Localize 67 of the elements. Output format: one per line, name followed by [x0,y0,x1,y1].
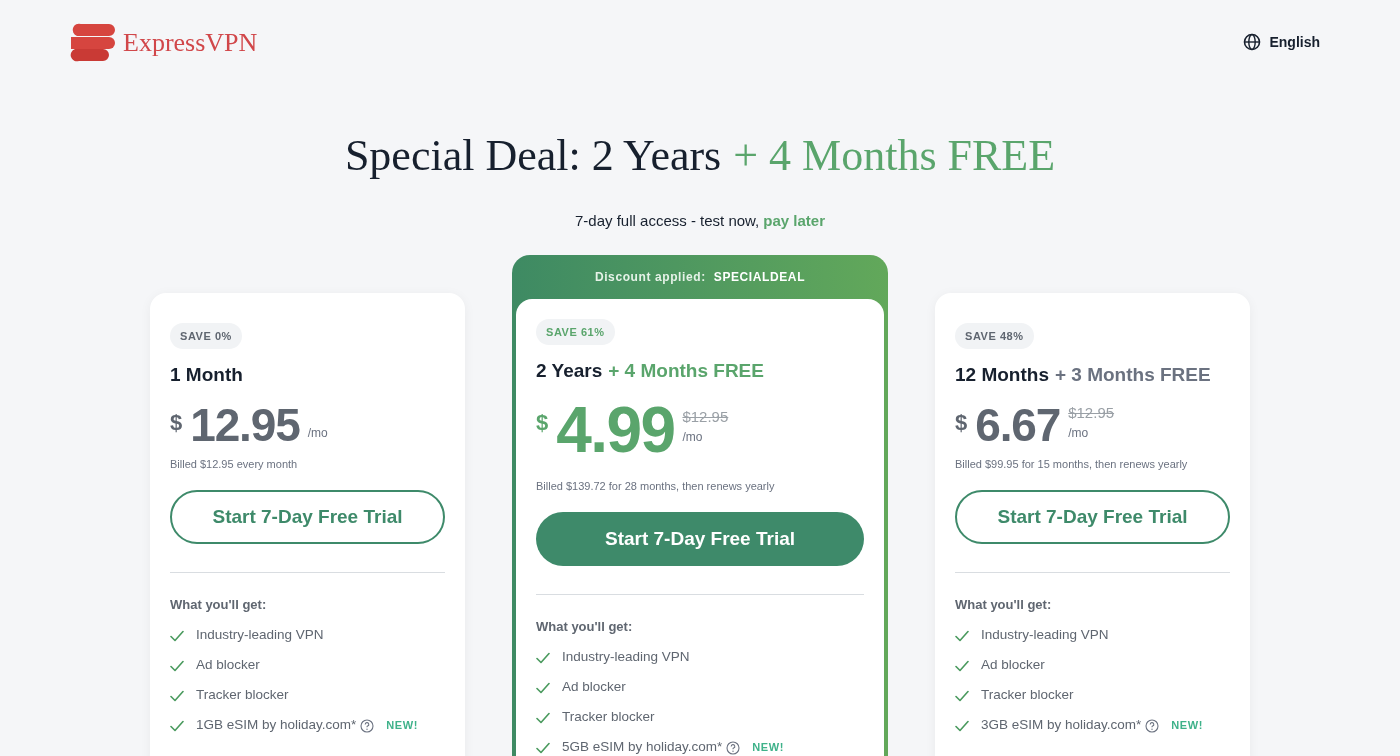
check-icon [170,719,184,732]
check-icon [955,659,969,672]
check-icon [170,629,184,642]
plan-bonus: + 4 Months FREE [608,359,764,383]
check-icon [536,711,550,724]
check-icon [955,629,969,642]
check-icon [955,689,969,702]
new-label: NEW! [752,740,784,756]
billing-note: Billed $12.95 every month [170,456,299,472]
features-heading: What you'll get: [170,596,268,614]
page-title: Special Deal: 2 Years [344,134,722,178]
price: 4.99 [556,397,675,462]
feature-text: 1GB eSIM by holiday.com* [196,716,357,735]
old-price: $12.95 [1068,402,1115,423]
currency-symbol: $ [170,408,183,437]
feature-text: Industry-leading VPN [981,626,1109,645]
check-icon [536,681,550,694]
page-title-accent: + 4 Months FREE [733,134,1056,178]
new-label: NEW! [1171,718,1203,734]
per-month-label: /mo [682,429,704,446]
help-icon[interactable] [360,718,375,733]
feature-text: 5GB eSIM by holiday.com* [562,738,723,756]
plan-name: 2 Years [536,359,603,383]
currency-symbol: $ [955,408,968,437]
feature-text: Tracker blocker [981,686,1074,705]
save-label: SAVE 0% [170,322,242,349]
plan-name: 1 Month [170,363,243,387]
check-icon [536,741,550,754]
feature-text: Tracker blocker [562,708,655,727]
start-trial-button[interactable]: Start 7-Day Free Trial [955,490,1230,544]
price: 12.95 [190,401,300,448]
feature-text: Ad blocker [196,656,260,675]
start-trial-button[interactable]: Start 7-Day Free Trial [170,490,445,544]
help-icon[interactable] [1145,718,1160,733]
old-price: $12.95 [682,406,729,427]
currency-symbol: $ [536,408,549,437]
new-label: NEW! [386,718,418,734]
check-icon [955,719,969,732]
brand-name[interactable]: ExpressVPN [123,22,258,62]
subtitle: 7-day full access - test now, [575,211,760,231]
discount-code: SPECIALDEAL [713,268,806,286]
language-button[interactable]: English [1243,31,1320,53]
plan-bonus: + 3 Months FREE [1054,363,1211,387]
billing-note: Billed $99.95 for 15 months, then renews yearly [955,456,1189,472]
feature-text: Industry-leading VPN [196,626,324,645]
per-month-label: /mo [307,424,328,442]
feature-text: Industry-leading VPN [562,648,690,667]
plan-name: 12 Months [955,363,1049,387]
features-heading: What you'll get: [955,596,1053,614]
feature-text: 3GB eSIM by holiday.com* [981,716,1142,735]
save-label: SAVE 61% [536,318,615,345]
feature-text: Ad blocker [562,678,626,697]
save-label: SAVE 48% [955,322,1034,349]
check-icon [170,689,184,702]
feature-text: Tracker blocker [196,686,289,705]
discount-label: Discount applied: [594,268,706,286]
feature-text: Ad blocker [981,656,1045,675]
check-icon [536,651,550,664]
price: 6.67 [975,401,1061,448]
globe-icon [1243,33,1262,51]
features-heading: What you'll get: [536,618,634,636]
per-month-label: /mo [1068,425,1090,442]
start-trial-button[interactable]: Start 7-Day Free Trial [536,512,864,566]
check-icon [170,659,184,672]
subtitle-accent: pay later [763,211,825,231]
billing-note: Billed $139.72 for 28 months, then renews yearly [536,478,776,494]
help-icon[interactable] [726,740,741,755]
